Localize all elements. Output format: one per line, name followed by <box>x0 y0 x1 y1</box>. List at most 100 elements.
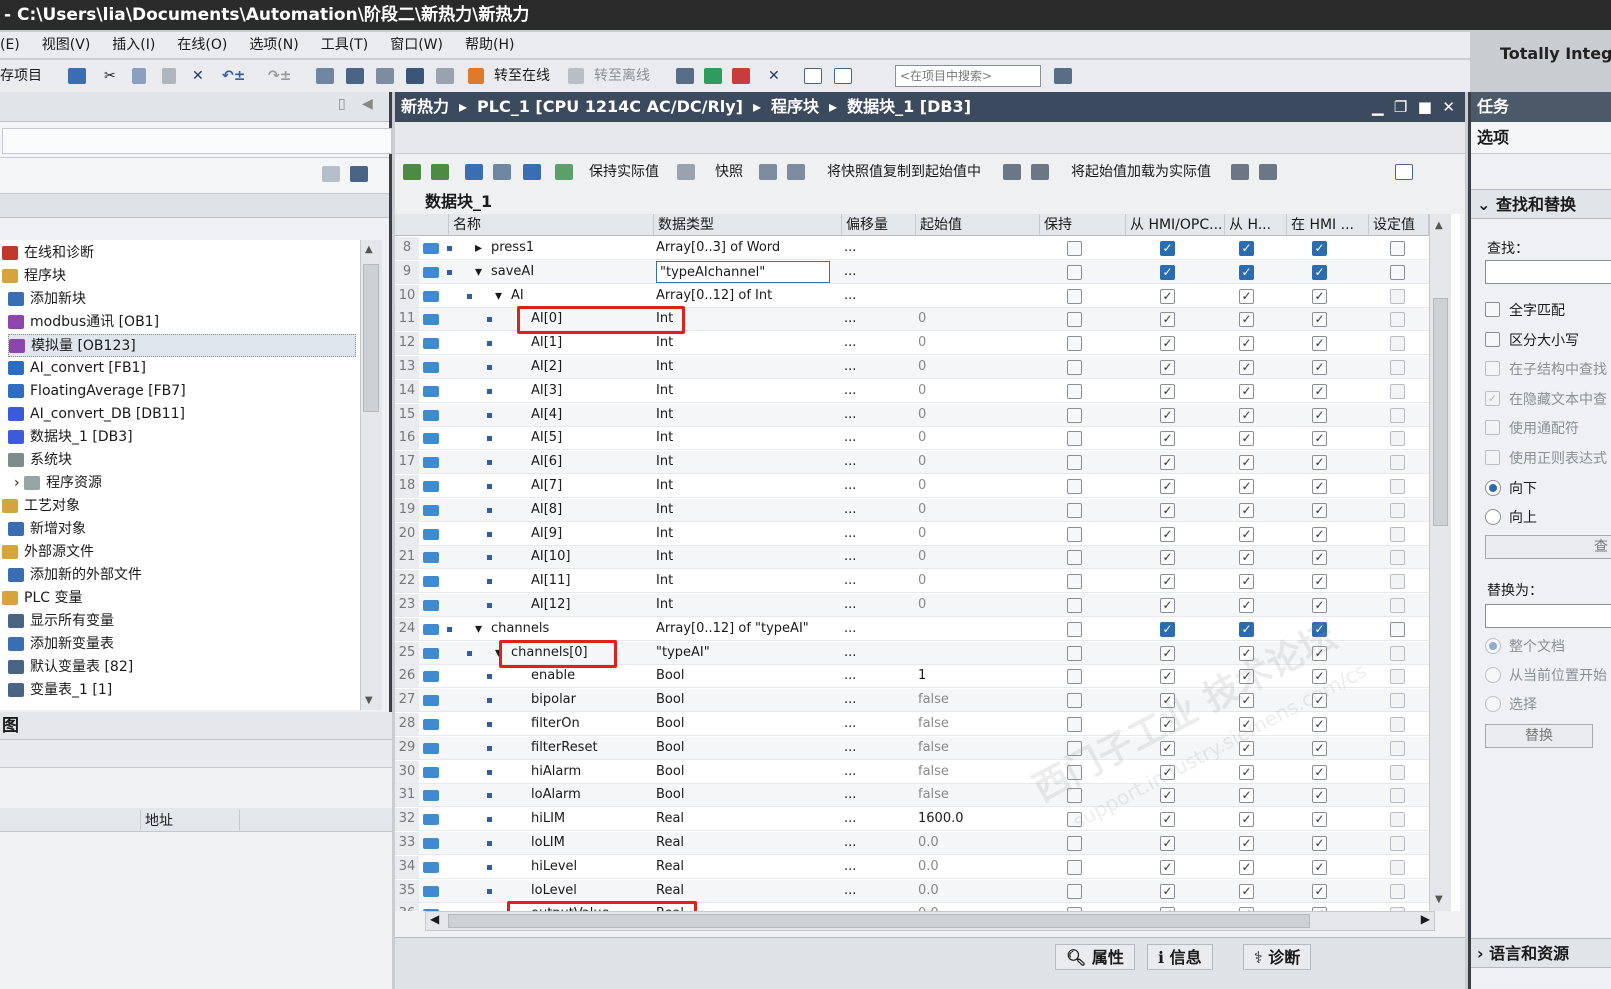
hmi-opc-checkbox[interactable]: ✓ <box>1160 621 1175 637</box>
load-start-values-button[interactable]: 将起始值加载为实际值 <box>1071 154 1211 190</box>
menu-item-5[interactable]: 工具(T) <box>321 32 368 58</box>
hmi-write-checkbox[interactable]: ✓ <box>1239 645 1254 661</box>
row-datatype[interactable]: Int <box>656 380 830 402</box>
tree-item[interactable]: 添加新变量表 <box>8 633 348 656</box>
col-header-name[interactable]: 名称 <box>449 214 654 236</box>
tree-item[interactable]: PLC 变量 <box>2 587 342 610</box>
retain-checkbox[interactable] <box>1067 383 1082 399</box>
find-replace-section[interactable]: ⌄ 查找和替换 <box>1471 189 1611 219</box>
row-start-value[interactable]: 0 <box>918 356 1028 378</box>
retain-checkbox[interactable] <box>1067 764 1082 780</box>
hmi-visible-checkbox[interactable]: ✓ <box>1312 312 1327 328</box>
tree-item[interactable]: FloatingAverage [FB7] <box>8 380 348 403</box>
row-start-value[interactable]: 0 <box>918 332 1028 354</box>
tree-item[interactable]: 系统块 <box>8 449 348 472</box>
tree-scrollbar[interactable]: ▲ ▼ <box>360 240 382 710</box>
breadcrumb-db[interactable]: 数据块_1 [DB3] <box>847 97 971 116</box>
tree-item[interactable]: 模拟量 [OB123] <box>8 334 356 357</box>
hmi-visible-checkbox[interactable]: ✓ <box>1312 740 1327 756</box>
table-row[interactable]: 25 ▾ channels[0] "typeAI"... ✓ ✓ ✓ <box>395 641 1443 665</box>
menu-item-3[interactable]: 在线(O) <box>177 32 227 58</box>
hmi-write-checkbox[interactable]: ✓ <box>1239 360 1254 375</box>
hmi-visible-checkbox[interactable]: ✓ <box>1312 550 1327 566</box>
table-row[interactable]: 30 hiAlarm Bool... false ✓ ✓ ✓ <box>395 760 1443 784</box>
hmi-write-checkbox[interactable]: ✓ <box>1239 455 1254 471</box>
retain-checkbox[interactable] <box>1067 693 1082 709</box>
setpoint-checkbox[interactable] <box>1390 431 1405 447</box>
hmi-write-checkbox[interactable]: ✓ <box>1239 407 1254 423</box>
hmi-write-checkbox[interactable]: ✓ <box>1239 264 1254 280</box>
row-start-value[interactable]: 0 <box>918 404 1028 426</box>
tree-item[interactable]: › 程序资源 <box>14 472 354 495</box>
monitor-icon[interactable] <box>436 60 454 92</box>
row-datatype[interactable]: Bool <box>656 784 830 806</box>
table-row[interactable]: 9 ▾ saveAI "typeAIchannel"... ✓ ✓ ✓ <box>395 260 1443 284</box>
row-start-value[interactable]: 1 <box>918 665 1028 687</box>
simulation-icon[interactable] <box>406 60 424 92</box>
tree-item[interactable]: 变量表_1 [1] <box>8 679 348 702</box>
setpoint-checkbox[interactable] <box>1390 264 1405 280</box>
menu-item-4[interactable]: 选项(N) <box>249 32 298 58</box>
row-datatype[interactable]: Real <box>656 880 830 902</box>
hmi-write-checkbox[interactable]: ✓ <box>1239 479 1254 494</box>
table-row[interactable]: 33 loLIM Real... 0.0 ✓ ✓ ✓ <box>395 832 1443 855</box>
retain-checkbox[interactable] <box>1067 717 1082 732</box>
tab-properties[interactable]: 🔍︎ 属性 <box>1055 944 1135 970</box>
hmi-visible-checkbox[interactable]: ✓ <box>1312 288 1327 304</box>
row-datatype[interactable]: Real <box>656 903 830 911</box>
retain-checkbox[interactable] <box>1067 550 1082 566</box>
row-start-value[interactable] <box>918 642 1028 664</box>
go-offline-icon[interactable] <box>568 60 584 92</box>
start-cpu-icon[interactable] <box>704 60 722 92</box>
row-datatype[interactable]: "typeAI" <box>656 642 830 664</box>
row-datatype[interactable]: Real <box>656 808 830 830</box>
row-start-value[interactable] <box>918 285 1028 307</box>
table-row[interactable]: 31 loAlarm Bool... false ✓ ✓ ✓ <box>395 784 1443 808</box>
hmi-opc-checkbox[interactable]: ✓ <box>1160 717 1175 732</box>
find-option-checkbox[interactable] <box>1485 361 1500 376</box>
row-datatype[interactable]: Array[0..12] of "typeAI" <box>656 618 830 640</box>
retain-checkbox[interactable] <box>1067 312 1082 328</box>
snapshot-button[interactable]: 快照 <box>715 154 743 190</box>
load-start2-icon[interactable] <box>1259 154 1277 190</box>
table-row[interactable]: 21 AI[10] Int... 0 ✓ ✓ ✓ <box>395 546 1443 570</box>
table-row[interactable]: 8 ▸ press1 Array[0..3] of Word... ✓ ✓ ✓ <box>395 237 1443 260</box>
split-vertical-icon[interactable] <box>834 60 852 92</box>
hmi-visible-checkbox[interactable]: ✓ <box>1312 598 1327 613</box>
hmi-visible-checkbox[interactable]: ✓ <box>1312 360 1327 375</box>
hmi-write-checkbox[interactable]: ✓ <box>1239 574 1254 590</box>
breadcrumb-plc[interactable]: PLC_1 [CPU 1214C AC/DC/Rly] <box>477 97 743 116</box>
setpoint-checkbox[interactable] <box>1390 336 1405 352</box>
hmi-opc-checkbox[interactable]: ✓ <box>1160 360 1175 375</box>
retain-checkbox[interactable] <box>1067 645 1082 661</box>
scope-current-radio[interactable] <box>1485 667 1501 683</box>
table-row[interactable]: 12 AI[1] Int... 0 ✓ ✓ ✓ <box>395 332 1443 356</box>
setpoint-checkbox[interactable] <box>1390 788 1405 804</box>
hmi-opc-checkbox[interactable]: ✓ <box>1160 264 1175 280</box>
table-row[interactable]: 22 AI[11] Int... 0 ✓ ✓ ✓ <box>395 570 1443 594</box>
hmi-opc-checkbox[interactable]: ✓ <box>1160 241 1175 256</box>
tab-info[interactable]: ℹ︎ 信息 <box>1147 944 1213 970</box>
setpoint-checkbox[interactable] <box>1390 550 1405 566</box>
hmi-write-checkbox[interactable]: ✓ <box>1239 241 1254 256</box>
hmi-visible-checkbox[interactable]: ✓ <box>1312 836 1327 851</box>
table-row[interactable]: 32 hiLIM Real... 1600.0 ✓ ✓ ✓ <box>395 808 1443 832</box>
scope-selection-radio[interactable] <box>1485 696 1501 712</box>
retain-checkbox[interactable] <box>1067 479 1082 494</box>
hmi-visible-checkbox[interactable]: ✓ <box>1312 717 1327 732</box>
retain-checkbox[interactable] <box>1067 812 1082 828</box>
close-icon[interactable]: ✕ <box>1442 98 1455 116</box>
hmi-visible-checkbox[interactable]: ✓ <box>1312 241 1327 256</box>
compile-icon[interactable] <box>316 60 334 92</box>
setpoint-checkbox[interactable] <box>1390 360 1405 375</box>
hmi-write-checkbox[interactable]: ✓ <box>1239 717 1254 732</box>
hmi-visible-checkbox[interactable]: ✓ <box>1312 526 1327 542</box>
hmi-visible-checkbox[interactable]: ✓ <box>1312 407 1327 423</box>
menu-item-1[interactable]: 视图(V) <box>42 32 91 58</box>
menu-item-7[interactable]: 帮助(H) <box>465 32 514 58</box>
hmi-visible-checkbox[interactable]: ✓ <box>1312 693 1327 709</box>
hmi-visible-checkbox[interactable]: ✓ <box>1312 669 1327 685</box>
hmi-visible-checkbox[interactable]: ✓ <box>1312 574 1327 590</box>
hmi-opc-checkbox[interactable]: ✓ <box>1160 479 1175 494</box>
retain-checkbox[interactable] <box>1067 836 1082 851</box>
